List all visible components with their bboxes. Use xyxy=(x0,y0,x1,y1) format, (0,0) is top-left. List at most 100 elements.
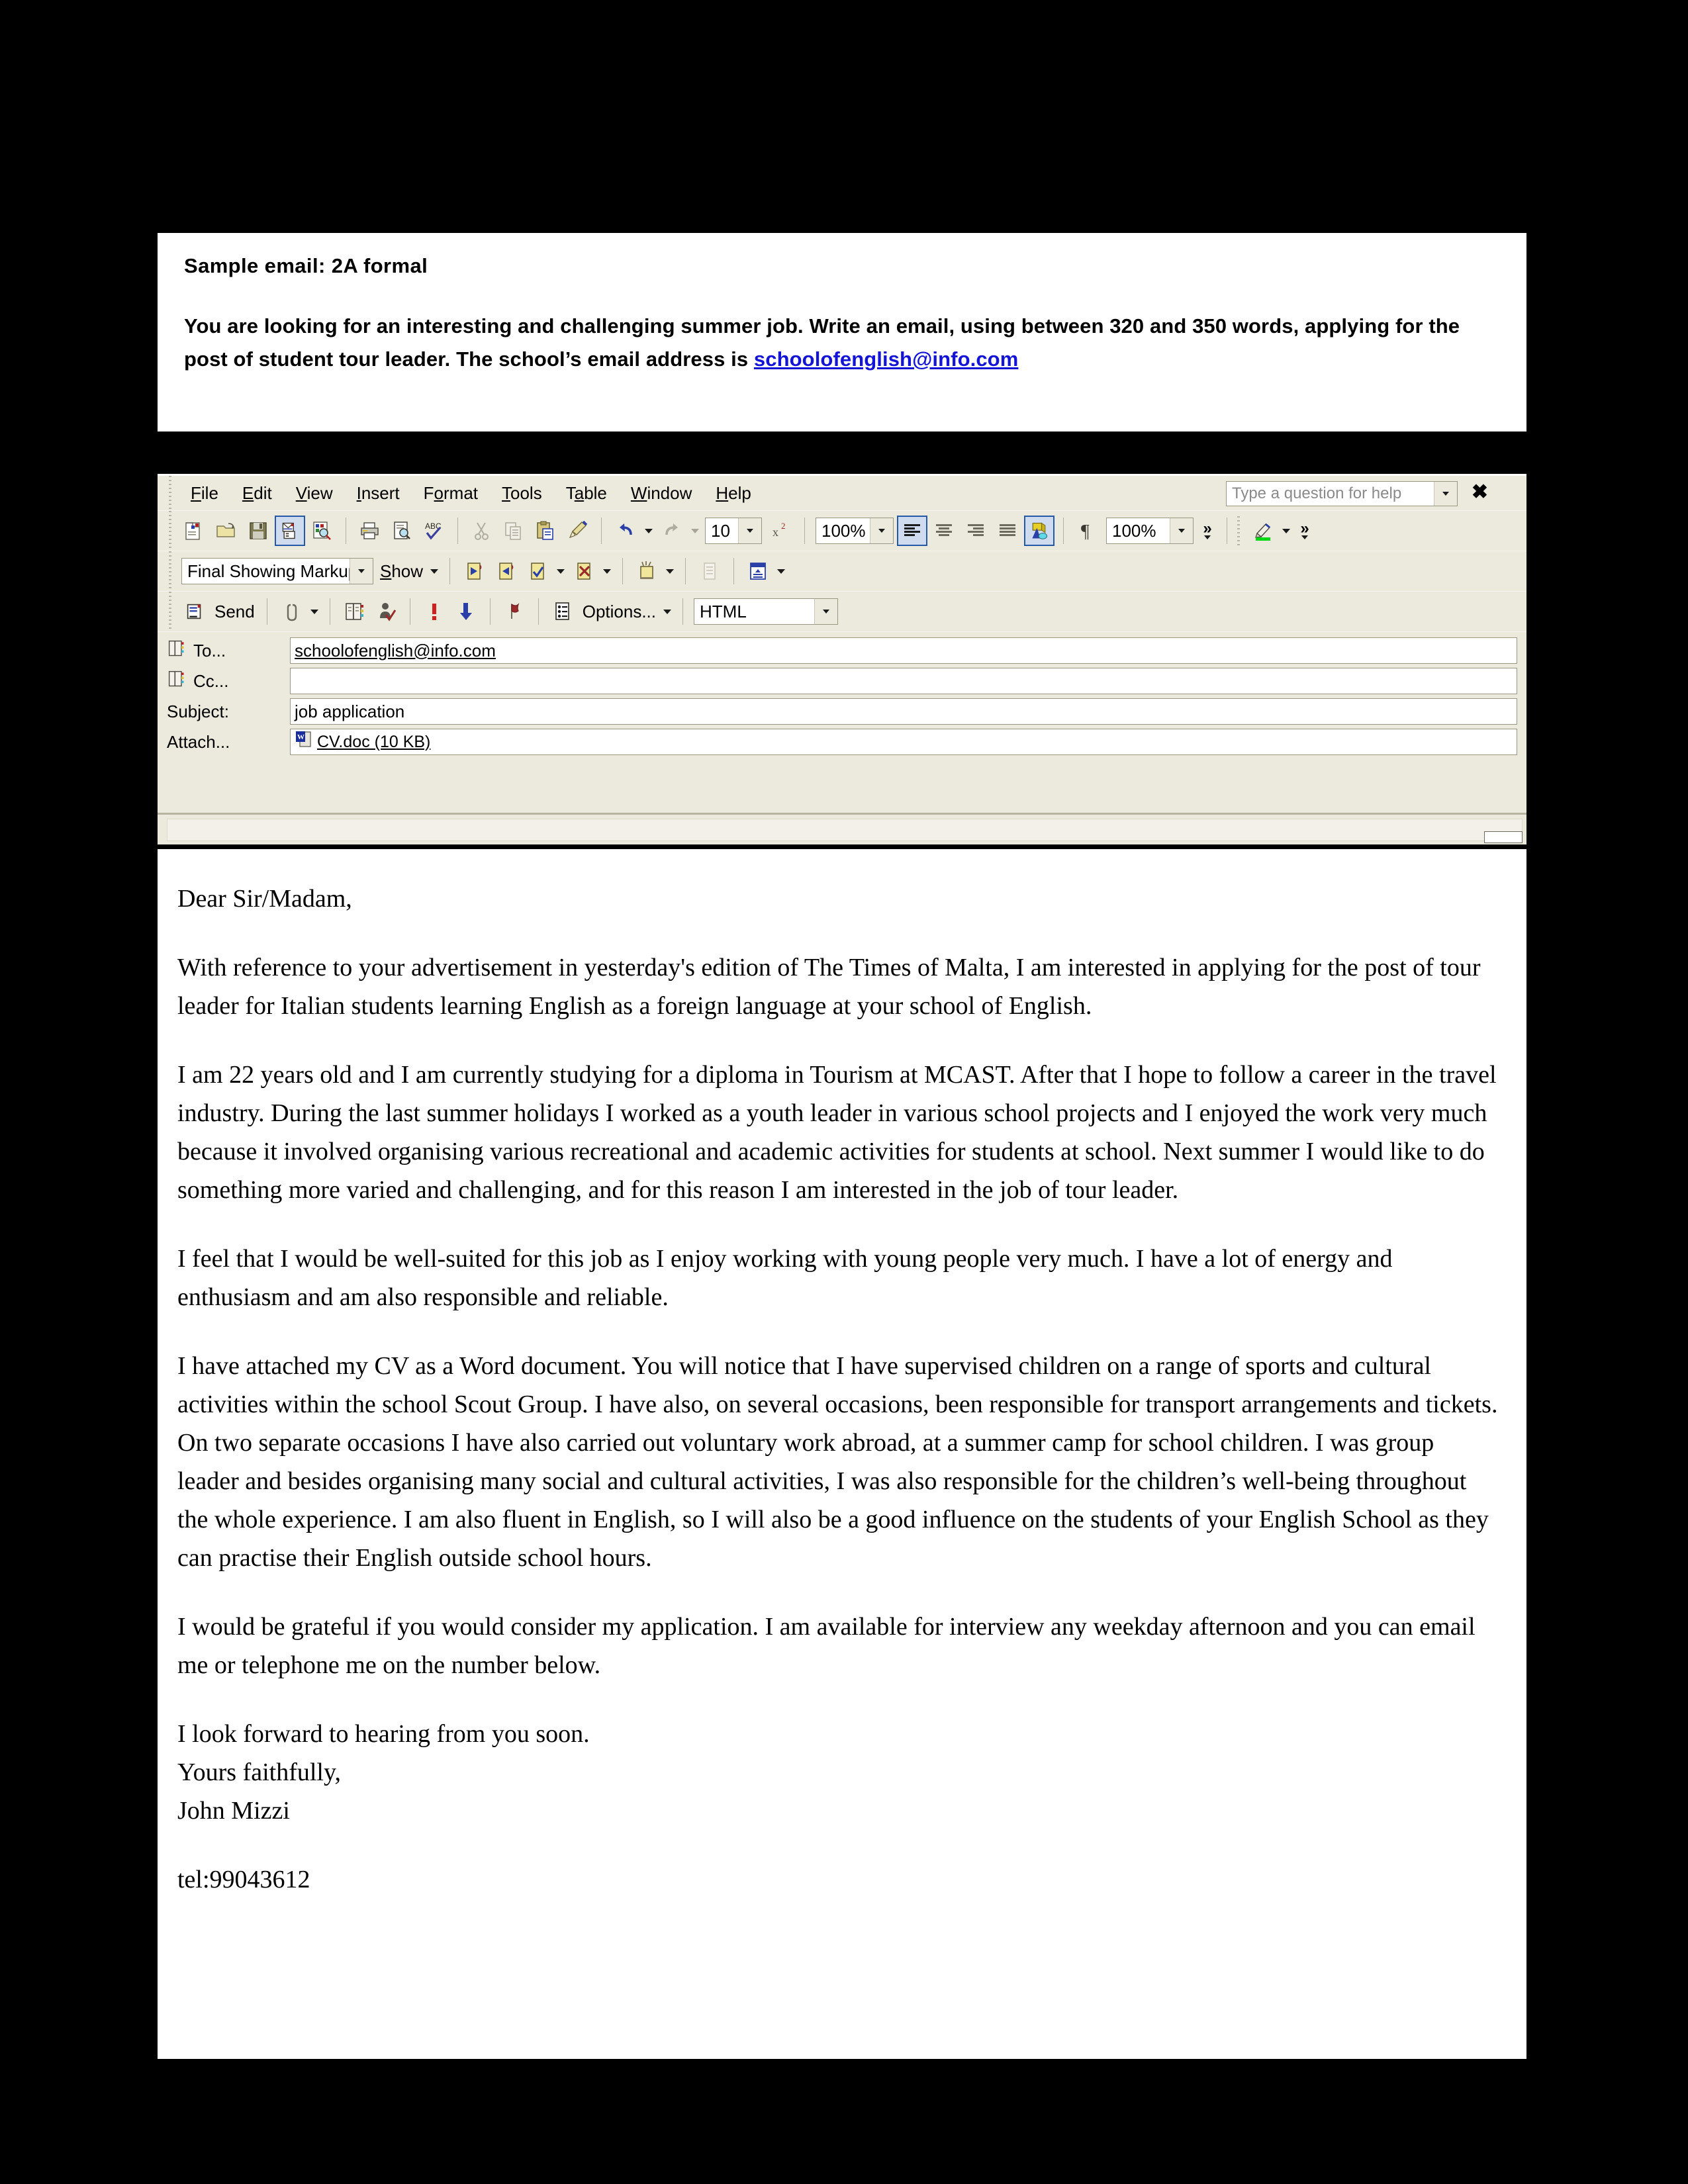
ruler-track[interactable] xyxy=(167,819,1523,841)
cc-input[interactable] xyxy=(290,668,1517,694)
zoom-combo-right[interactable]: 100% xyxy=(1106,518,1194,544)
reject-change-icon[interactable] xyxy=(569,556,599,586)
standard-toolbar: ABC 10 x 2 100% ¶ 100% » » xyxy=(158,510,1526,551)
highlighter-icon[interactable] xyxy=(1248,516,1278,546)
menu-item-tools[interactable]: Tools xyxy=(490,482,554,505)
to-field-button[interactable]: To... xyxy=(167,639,290,662)
options-dropdown-arrow[interactable] xyxy=(660,596,675,627)
school-email-link[interactable]: schoolofenglish@info.com xyxy=(754,347,1018,371)
standard-toolbar-grip[interactable] xyxy=(167,511,173,551)
send-button-icon[interactable] xyxy=(179,596,210,627)
menu-item-table[interactable]: Table xyxy=(554,482,619,505)
align-left-icon[interactable] xyxy=(897,516,927,546)
email-icon[interactable] xyxy=(275,516,305,546)
help-dropdown-arrow[interactable] xyxy=(1434,482,1457,506)
menu-bar-grip[interactable] xyxy=(167,476,173,510)
previous-change-icon[interactable] xyxy=(459,556,489,586)
print-preview-icon[interactable] xyxy=(387,516,417,546)
low-importance-icon[interactable] xyxy=(451,596,481,627)
align-justify-icon[interactable] xyxy=(992,516,1023,546)
high-importance-icon[interactable] xyxy=(419,596,449,627)
message-format-dropdown-arrow[interactable] xyxy=(814,599,838,624)
menu-item-view[interactable]: View xyxy=(284,482,345,505)
attachment-item[interactable]: W CV.doc (10 KB) xyxy=(295,730,430,754)
cut-icon[interactable] xyxy=(467,516,497,546)
menu-item-edit[interactable]: Edit xyxy=(230,482,284,505)
highlight-markup-icon[interactable] xyxy=(694,556,725,586)
cc-field-button[interactable]: Cc... xyxy=(167,670,290,693)
show-dropdown-arrow[interactable] xyxy=(427,556,442,586)
format-painter-icon[interactable] xyxy=(562,516,592,546)
reviewing-pane-icon[interactable] xyxy=(743,556,773,586)
reviewing-pane-dropdown-arrow[interactable] xyxy=(774,556,788,586)
redo-icon[interactable] xyxy=(657,516,687,546)
spelling-check-icon[interactable]: ABC xyxy=(418,516,449,546)
copy-icon[interactable] xyxy=(498,516,529,546)
flag-icon[interactable] xyxy=(499,596,530,627)
menu-item-file[interactable]: File xyxy=(179,482,230,505)
address-book-icon[interactable] xyxy=(339,596,369,627)
message-body-text[interactable]: Dear Sir/Madam, With reference to your a… xyxy=(177,880,1500,1899)
highlight-toolbar-grip[interactable] xyxy=(1235,516,1242,545)
attach-field-button[interactable]: Attach... xyxy=(167,732,290,752)
drawing-objects-icon[interactable] xyxy=(1024,516,1055,546)
message-format-combo[interactable]: HTML xyxy=(694,598,839,625)
word-document-icon: W xyxy=(295,730,313,754)
accept-dropdown-arrow[interactable] xyxy=(553,556,568,586)
redo-dropdown-arrow[interactable] xyxy=(688,516,702,546)
toolbar-overflow-button-2[interactable]: » xyxy=(1293,515,1316,547)
undo-dropdown-arrow[interactable] xyxy=(641,516,656,546)
zoom-dropdown-arrow-right[interactable] xyxy=(1170,518,1193,543)
open-folder-icon[interactable] xyxy=(211,516,242,546)
email-compose-window: File Edit View Insert Format Tools Table… xyxy=(158,474,1526,844)
menu-item-insert[interactable]: Insert xyxy=(345,482,412,505)
letter-paragraph-4: I have attached my CV as a Word document… xyxy=(177,1352,1498,1572)
overflow-chevron-1: » xyxy=(1203,520,1212,537)
svg-text:W: W xyxy=(297,733,305,741)
prompt-panel: Sample email: 2A formal You are looking … xyxy=(158,233,1526,432)
show-menu-button[interactable]: Show xyxy=(376,561,427,582)
help-question-box[interactable]: Type a question for help xyxy=(1226,481,1458,506)
send-button-label[interactable]: Send xyxy=(211,602,259,622)
search-document-icon[interactable] xyxy=(306,516,337,546)
accept-change-icon[interactable] xyxy=(522,556,553,586)
markup-display-dropdown-arrow[interactable] xyxy=(350,559,373,584)
email-toolbar-grip[interactable] xyxy=(167,592,173,631)
zoom-dropdown-arrow-left[interactable] xyxy=(870,518,893,543)
print-icon[interactable] xyxy=(355,516,385,546)
font-size-combo[interactable]: 10 xyxy=(705,518,762,544)
attach-label-text: Attach... xyxy=(167,731,230,752)
align-center-icon[interactable] xyxy=(929,516,959,546)
menu-item-window[interactable]: Window xyxy=(619,482,704,505)
paperclip-icon[interactable] xyxy=(276,596,306,627)
paste-icon[interactable] xyxy=(530,516,561,546)
superscript-icon[interactable]: x 2 xyxy=(765,516,796,546)
align-right-icon[interactable] xyxy=(961,516,991,546)
close-icon[interactable]: ✖ xyxy=(1472,482,1488,502)
menu-item-format[interactable]: Format xyxy=(412,482,490,505)
reject-dropdown-arrow[interactable] xyxy=(600,556,614,586)
comment-dropdown-arrow[interactable] xyxy=(663,556,677,586)
resize-corner[interactable] xyxy=(1484,831,1523,843)
save-icon[interactable] xyxy=(243,516,273,546)
subject-input[interactable]: job application xyxy=(290,698,1517,725)
check-names-icon[interactable] xyxy=(371,596,401,627)
font-size-dropdown-arrow[interactable] xyxy=(738,518,761,543)
attach-dropdown-arrow[interactable] xyxy=(307,596,322,627)
markup-display-combo[interactable]: Final Showing Markup xyxy=(181,558,373,584)
new-document-icon[interactable] xyxy=(179,516,210,546)
insert-comment-icon[interactable] xyxy=(632,556,662,586)
zoom-combo-left[interactable]: 100% xyxy=(816,518,894,544)
reviewing-toolbar-grip[interactable] xyxy=(167,551,173,591)
options-button-label[interactable]: Options... xyxy=(579,602,660,622)
menu-item-help[interactable]: Help xyxy=(704,482,763,505)
undo-icon[interactable] xyxy=(610,516,641,546)
options-icon[interactable] xyxy=(547,596,578,627)
attachment-list[interactable]: W CV.doc (10 KB) xyxy=(290,729,1517,755)
show-formatting-marks-icon[interactable]: ¶ xyxy=(1072,516,1103,546)
prompt-instructions: You are looking for an interesting and c… xyxy=(184,310,1500,376)
toolbar-overflow-button-1[interactable]: » xyxy=(1196,515,1219,547)
to-input[interactable]: schoolofenglish@info.com xyxy=(290,637,1517,664)
next-change-icon[interactable] xyxy=(491,556,521,586)
highlight-color-dropdown-arrow[interactable] xyxy=(1279,516,1293,546)
